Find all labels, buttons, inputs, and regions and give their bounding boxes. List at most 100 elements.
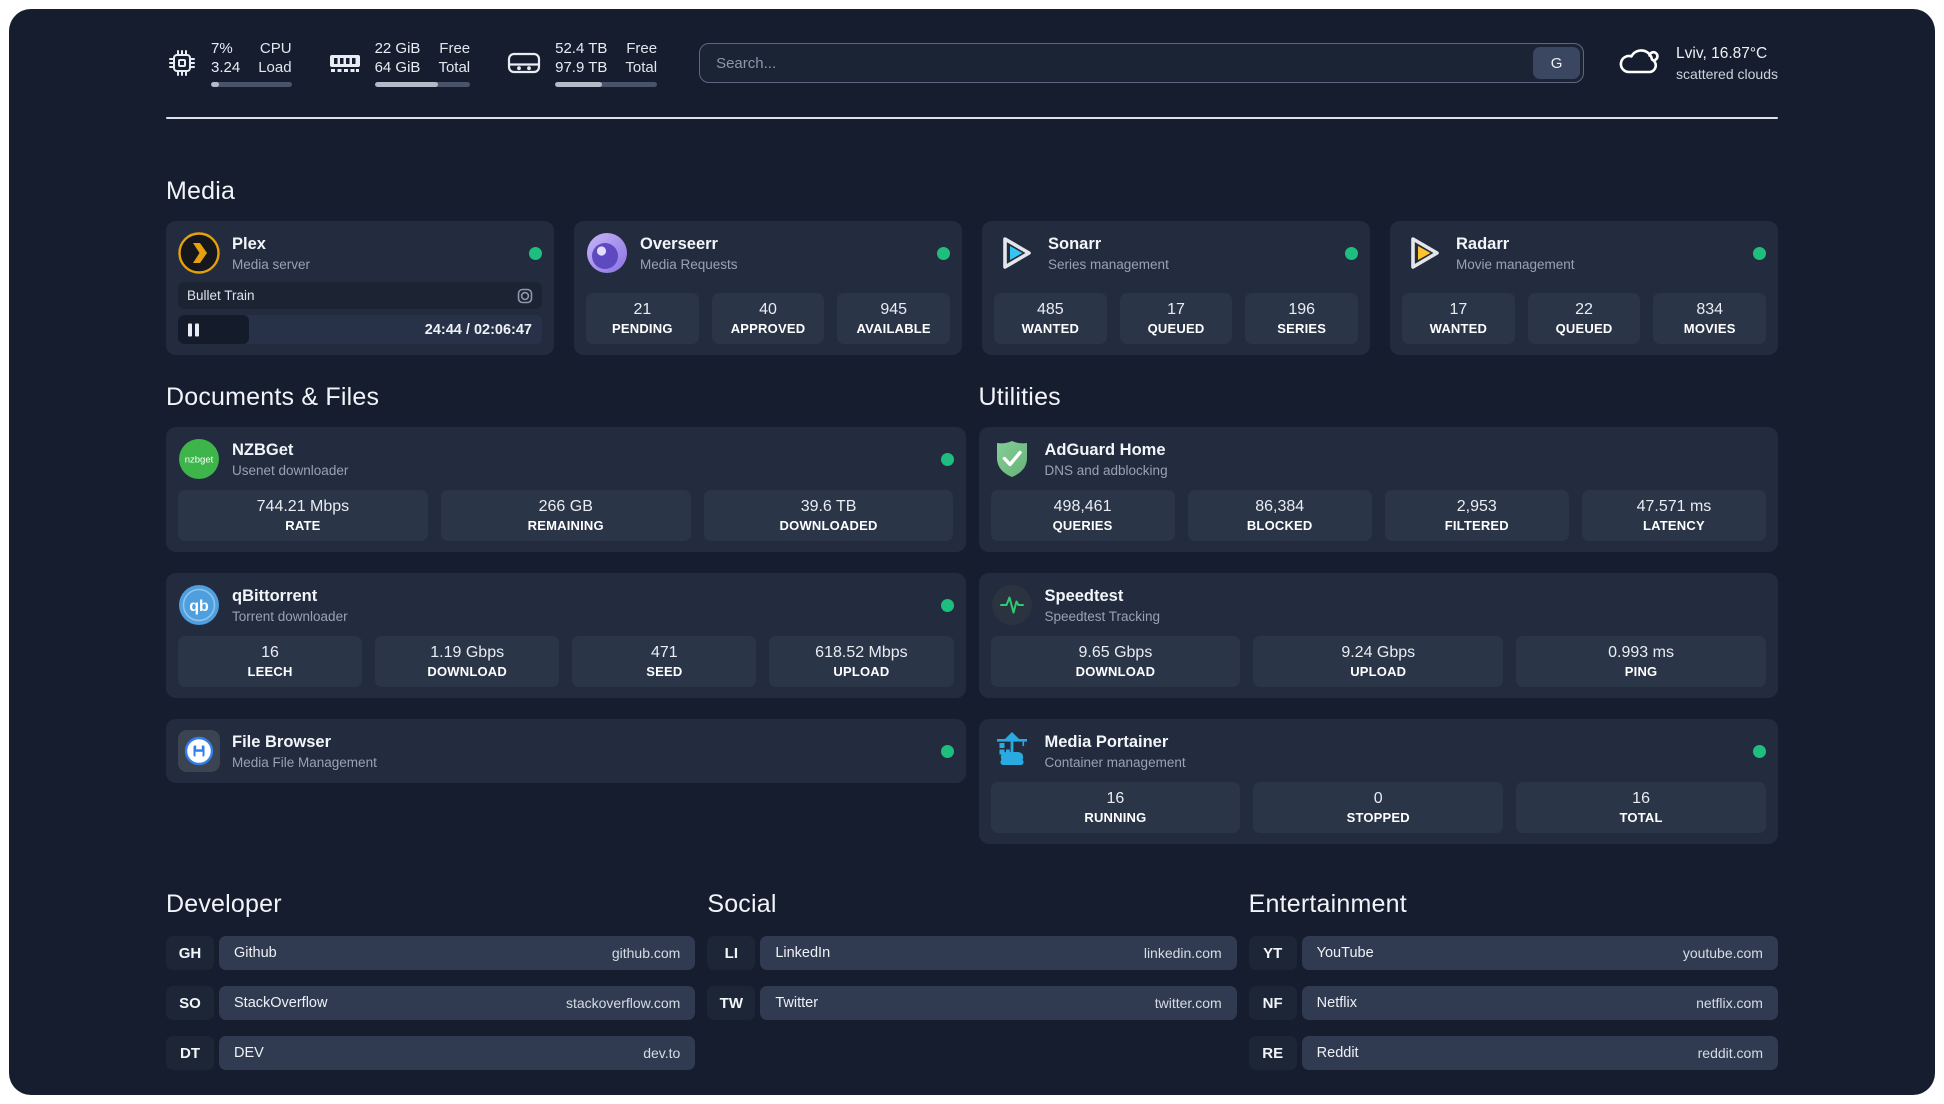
stat-stopped: 0 STOPPED — [1253, 782, 1504, 833]
stat-wanted: 485 WANTED — [994, 293, 1107, 344]
bookmark-abbr: LI — [707, 936, 756, 970]
storage-values: 52.4 TB 97.9 TB — [555, 40, 608, 76]
adguard-icon — [991, 438, 1033, 480]
pause-icon[interactable] — [188, 323, 199, 336]
app-card-sonarr[interactable]: Sonarr Series management 485 WANTED 17 Q… — [982, 221, 1370, 355]
bookmark-stackoverflow[interactable]: SO StackOverflow stackoverflow.com — [166, 986, 696, 1020]
app-description: DNS and adblocking — [1044, 462, 1168, 478]
svg-text:qb: qb — [189, 598, 209, 615]
bookmark-name: Github — [234, 945, 277, 961]
bookmark-url: dev.to — [643, 1045, 681, 1061]
app-card-radarr[interactable]: Radarr Movie management 17 WANTED 22 QUE… — [1390, 221, 1778, 355]
section-title-documents: Documents & Files — [166, 383, 380, 411]
weather-condition: scattered clouds — [1676, 65, 1778, 82]
bookmark-abbr: YT — [1248, 936, 1297, 970]
bookmark-url: linkedin.com — [1143, 945, 1222, 961]
search-bar[interactable]: G — [699, 43, 1585, 83]
now-playing-row: Bullet Train — [178, 282, 542, 309]
app-description: Speedtest Tracking — [1044, 608, 1161, 624]
section-title-social: Social — [707, 890, 777, 918]
app-card-speedtest[interactable]: Speedtest Speedtest Tracking 9.65 Gbps D… — [978, 573, 1778, 698]
app-title: Radarr — [1456, 234, 1510, 253]
now-playing-title: Bullet Train — [187, 288, 255, 303]
bookmark-linkedin[interactable]: LI LinkedIn linkedin.com — [707, 936, 1237, 970]
search-input[interactable] — [700, 44, 1531, 82]
bookmark-name: LinkedIn — [775, 945, 831, 961]
bookmark-url: netflix.com — [1696, 995, 1763, 1011]
bookmark-abbr: TW — [707, 986, 756, 1020]
section-utilities: Utilities AdGuard Home DNS and adblockin… — [978, 383, 1778, 844]
app-card-qbittorrent[interactable]: qb qBittorrent Torrent downloader 16 LEE… — [166, 573, 966, 698]
stat-downloaded: 39.6 TB DOWNLOADED — [703, 490, 954, 541]
header-divider — [166, 117, 1778, 119]
stat-running: 16 RUNNING — [990, 782, 1241, 833]
search-engine-button[interactable]: G — [1533, 47, 1581, 79]
bookmark-reddit[interactable]: RE Reddit reddit.com — [1248, 1036, 1778, 1070]
bookmark-abbr: RE — [1248, 1036, 1297, 1070]
stat-filtered: 2,953 FILTERED — [1384, 490, 1569, 541]
app-description: Media File Management — [232, 754, 377, 770]
bookmark-name: Twitter — [775, 995, 819, 1011]
stat-approved: 40 APPROVED — [711, 293, 825, 344]
app-description: Torrent downloader — [232, 608, 348, 624]
stat-movies: 834 MOVIES — [1653, 293, 1767, 344]
status-dot-online — [940, 452, 954, 466]
bookmark-netflix[interactable]: NF Netflix netflix.com — [1248, 986, 1778, 1020]
cpu-usage-bar — [211, 82, 292, 87]
storage-labels: Free Total — [625, 40, 658, 76]
stat-ping: 0.993 ms PING — [1516, 636, 1766, 687]
app-title: Media Portainer — [1044, 732, 1169, 751]
status-dot-online — [940, 598, 954, 612]
app-card-filebrowser[interactable]: File Browser Media File Management — [166, 719, 966, 783]
status-dot-online — [937, 246, 950, 260]
plex-icon — [178, 232, 220, 274]
bookmark-abbr: SO — [166, 986, 214, 1020]
bookmark-twitter[interactable]: TW Twitter twitter.com — [707, 986, 1237, 1020]
bookmark-github[interactable]: GH Github github.com — [166, 936, 696, 970]
bookmark-abbr: NF — [1248, 986, 1297, 1020]
portainer-icon — [991, 730, 1033, 772]
status-dot-online — [1345, 246, 1358, 260]
bookmark-youtube[interactable]: YT YouTube youtube.com — [1248, 936, 1778, 970]
section-documents-files: Documents & Files nzbget NZBGet Usenet d… — [166, 383, 966, 783]
bookmark-name: DEV — [234, 1045, 264, 1061]
storage-usage-bar — [555, 82, 658, 87]
cpu-usage-bar-fill — [211, 82, 220, 87]
weather-widget: Lviv, 16.87°C scattered clouds — [1614, 43, 1778, 84]
top-bar: 7% 3.24 CPU Load 22 GiB 64 GiB Free Tota… — [166, 39, 1778, 87]
section-developer: Developer GH Github github.com SO StackO… — [166, 890, 696, 1070]
stat-download: 1.19 Gbps DOWNLOAD — [375, 636, 560, 687]
app-card-overseerr[interactable]: Overseerr Media Requests 21 PENDING 40 A… — [574, 221, 962, 355]
overseerr-icon — [586, 232, 628, 274]
app-card-adguard[interactable]: AdGuard Home DNS and adblocking 498,461 … — [978, 427, 1778, 552]
disk-icon — [506, 50, 542, 76]
bookmark-url: youtube.com — [1682, 945, 1763, 961]
app-card-portainer[interactable]: Media Portainer Container management 16 … — [978, 719, 1778, 844]
status-dot-online — [1753, 744, 1766, 758]
app-description: Usenet downloader — [232, 462, 349, 478]
bookmark-url: reddit.com — [1697, 1045, 1763, 1061]
dashboard-panel: 7% 3.24 CPU Load 22 GiB 64 GiB Free Tota… — [9, 9, 1935, 1095]
app-title: Speedtest — [1044, 586, 1124, 605]
app-card-plex[interactable]: Plex Media server Bullet Train 24:44 / 0… — [166, 221, 554, 355]
playback-progress-bar[interactable]: 24:44 / 02:06:47 — [178, 315, 542, 344]
stat-leech: 16 LEECH — [178, 636, 363, 687]
cpu-labels: CPU Load — [258, 40, 292, 76]
ram-icon — [328, 50, 362, 76]
playback-time: 24:44 / 02:06:47 — [424, 321, 532, 338]
bookmark-name: Netflix — [1316, 995, 1357, 1011]
section-media: Media Plex Media server Bullet Train 24:… — [166, 177, 1778, 355]
section-title-developer: Developer — [166, 890, 282, 918]
stat-queued: 17 QUEUED — [1119, 293, 1233, 344]
storage-widget: 52.4 TB 97.9 TB Free Total — [506, 39, 658, 87]
bookmark-dev[interactable]: DT DEV dev.to — [166, 1036, 696, 1070]
app-description: Media Requests — [640, 256, 738, 272]
stat-remaining: 266 GB REMAINING — [440, 490, 691, 541]
stat-rate: 744.21 Mbps RATE — [178, 490, 428, 541]
app-card-nzbget[interactable]: nzbget NZBGet Usenet downloader 744.21 M… — [166, 427, 966, 552]
stat-upload: 9.24 Gbps UPLOAD — [1253, 636, 1504, 687]
section-title-entertainment: Entertainment — [1248, 890, 1407, 918]
memory-labels: Free Total — [438, 40, 471, 76]
app-title: Plex — [232, 234, 266, 253]
stat-seed: 471 SEED — [572, 636, 757, 687]
